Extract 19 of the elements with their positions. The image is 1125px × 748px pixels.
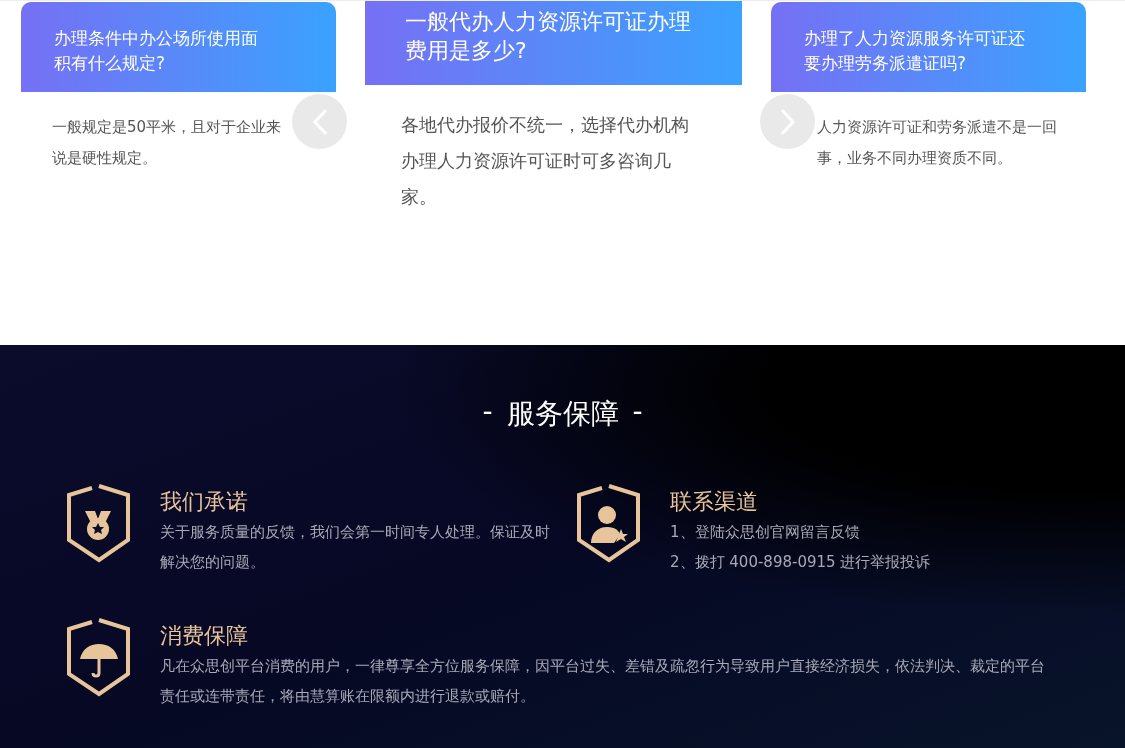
question-header: 一般代办人力资源许可证办理费用是多少? — [365, 1, 742, 85]
shield-umbrella-icon — [66, 617, 131, 697]
section-title: 服务保障 — [506, 396, 619, 432]
answer-text: 一般规定是50平米，且对于企业来说是硬性规定。 — [52, 117, 283, 169]
service-title: 联系渠道 — [670, 488, 759, 516]
service-title: 我们承诺 — [160, 488, 249, 516]
service-text: 关于服务质量的反馈，我们会第一时间专人处理。保证及时解决您的问题。 — [160, 522, 550, 573]
question-header: 办理了人力资源服务许可证还要办理劳务派遣证吗? — [771, 2, 1086, 92]
answer-text: 各地代办报价不统一，选择代办机构办理人力资源许可证时可多咨询几家。 — [401, 113, 690, 209]
service-text: 凡在众思创平台消费的用户，一律尊享全方位服务保障，因平台过失、差错及疏忽行为导致用户直接经济损失，依法判决、裁定的平台责任或连带责任，将由慧算账在限额内进行退款或赔付。 — [160, 656, 1046, 707]
shield-medal-icon — [66, 483, 131, 563]
service-title: 消费保障 — [160, 622, 249, 650]
service-text: 2、拨打 400-898-0915 进行举报投诉 — [670, 552, 931, 573]
service-text: 1、登陆众思创官网留言反馈 — [670, 522, 861, 543]
answer-text: 人力资源许可证和劳务派遣不是一回事，业务不同办理资质不同。 — [817, 117, 1058, 169]
question-header: 办理条件中办公场所使用面积有什么规定? — [21, 2, 336, 92]
title-dash: - — [482, 395, 493, 430]
shield-person-icon — [576, 483, 641, 563]
title-dash: - — [632, 395, 643, 430]
